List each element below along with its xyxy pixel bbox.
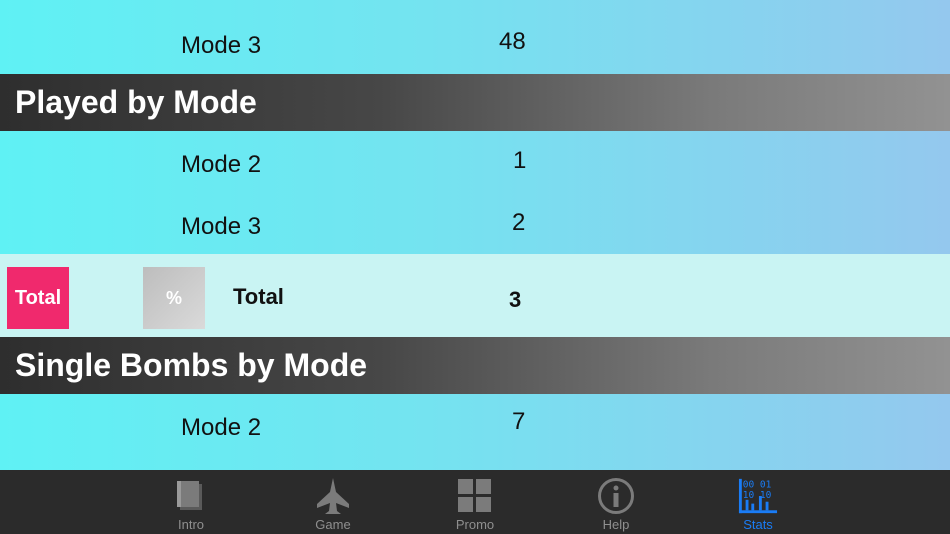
info-icon <box>596 476 636 516</box>
tab-promo[interactable]: Promo <box>430 470 520 534</box>
percent-button[interactable]: % <box>143 267 205 329</box>
stats-icon-digits: 00 <box>743 479 755 490</box>
total-label: Total <box>233 284 284 309</box>
mode-value: 7 <box>512 408 526 435</box>
mode-value: 2 <box>512 209 526 236</box>
tab-label: Stats <box>743 517 773 532</box>
stat-row: Mode 3 2 <box>0 193 950 255</box>
total-button[interactable]: Total <box>7 267 69 329</box>
mode-value: 48 <box>499 28 526 55</box>
grid-icon <box>455 476 495 516</box>
tab-help[interactable]: Help <box>571 470 661 534</box>
stats-icon-digits: 10 <box>743 490 755 501</box>
section-title: Single Bombs by Mode <box>15 347 368 383</box>
tab-game[interactable]: Game <box>288 470 378 534</box>
mode-label: Mode 2 <box>181 151 262 178</box>
tab-intro[interactable]: Intro <box>146 470 236 534</box>
section-header-single-bombs: Single Bombs by Mode <box>0 337 950 394</box>
total-value: 3 <box>509 287 522 312</box>
mode-label: Mode 2 <box>181 414 262 441</box>
tab-label: Intro <box>177 517 204 532</box>
stats-icon-digits: 10 <box>760 490 772 501</box>
tab-bar: Intro Game Promo Help 00 01 10 10 Stats <box>0 470 950 534</box>
mode-label: Mode 3 <box>181 32 262 59</box>
stats-icon: 00 01 10 10 <box>738 476 778 516</box>
book-icon <box>171 476 211 516</box>
section-header-played: Played by Mode <box>0 74 950 131</box>
stat-row: Mode 3 48 <box>0 12 950 74</box>
jet-icon <box>313 476 353 516</box>
tab-label: Promo <box>455 517 495 532</box>
stat-row: Mode 2 1 <box>0 131 950 193</box>
mode-value: 1 <box>513 147 527 174</box>
stat-row: Mode 2 7 <box>0 394 950 456</box>
tab-label: Game <box>315 517 351 532</box>
tab-stats[interactable]: 00 01 10 10 Stats <box>713 470 803 534</box>
total-row: Total % Total 3 <box>0 254 950 337</box>
tab-label: Help <box>602 517 630 532</box>
mode-label: Mode 3 <box>181 213 262 240</box>
stats-icon-digits: 01 <box>760 479 772 490</box>
section-title: Played by Mode <box>15 84 257 120</box>
